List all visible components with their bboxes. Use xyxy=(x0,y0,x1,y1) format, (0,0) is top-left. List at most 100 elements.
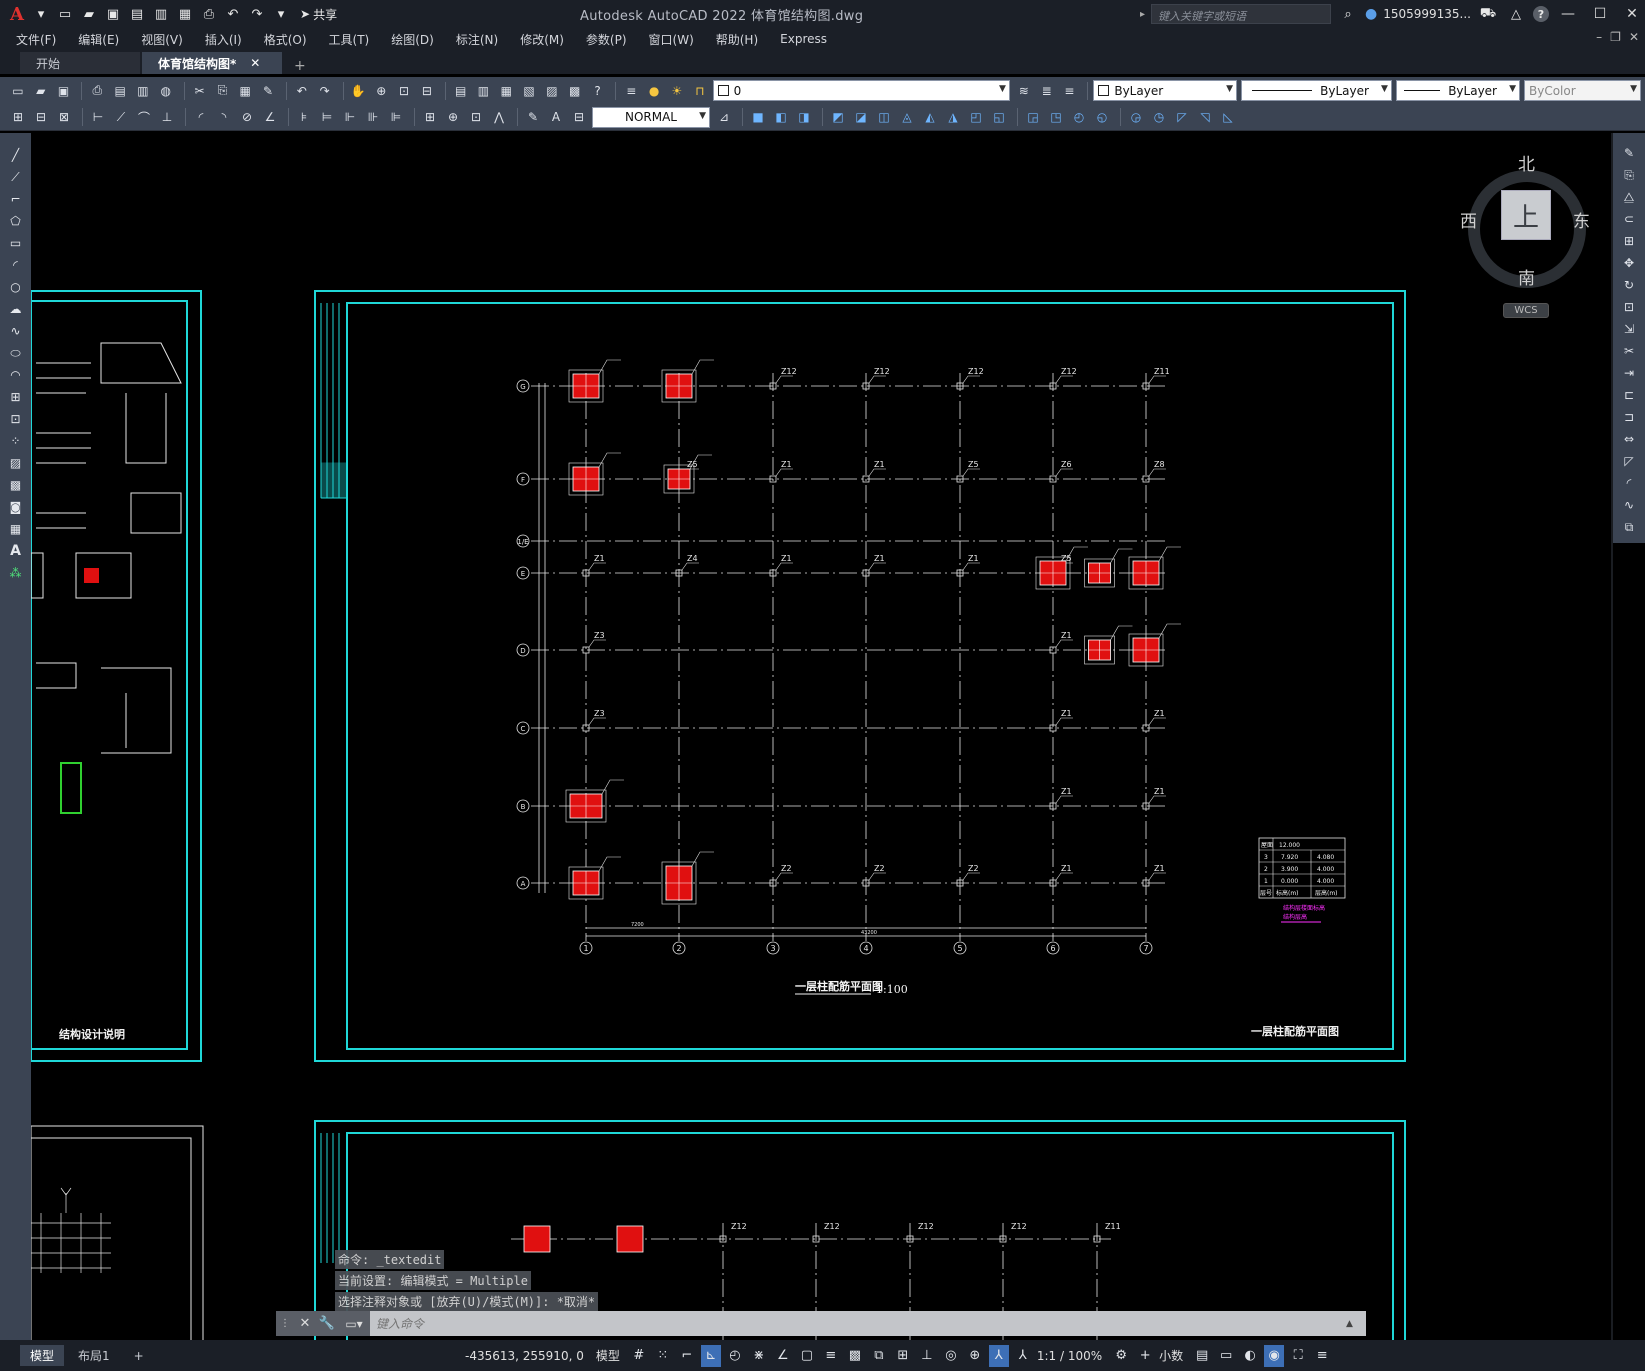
center-mark-icon[interactable]: ⊕ xyxy=(443,107,463,127)
grid-icon[interactable]: # xyxy=(629,1345,649,1367)
dim-text-edit-icon[interactable]: A xyxy=(546,107,566,127)
match-properties-icon[interactable]: ✎ xyxy=(258,81,278,101)
paste-icon[interactable]: ▦ xyxy=(235,81,255,101)
3dprint-icon[interactable]: ◍ xyxy=(156,81,176,101)
hatch-icon[interactable]: ▨ xyxy=(7,455,25,471)
extract-edges-icon[interactable]: ◷ xyxy=(1149,107,1169,127)
quick-properties-icon[interactable]: ▤ xyxy=(1192,1345,1212,1367)
infer-constraints-icon[interactable]: ⌐ xyxy=(677,1345,697,1367)
viewcube-south[interactable]: 南 xyxy=(1518,264,1535,289)
table-icon[interactable]: ▦ xyxy=(7,521,25,537)
new-file-icon[interactable]: ▭ xyxy=(54,3,76,25)
layer-state-icon[interactable]: ≡ xyxy=(1060,81,1080,101)
isolate-objects-icon[interactable]: ◐ xyxy=(1240,1345,1260,1367)
add-layout-button[interactable]: + xyxy=(124,1347,154,1365)
undo-icon[interactable]: ↶ xyxy=(222,3,244,25)
linear-dim-icon[interactable]: ⊢ xyxy=(88,107,108,127)
save-web-icon[interactable]: ▦ xyxy=(174,3,196,25)
help-icon[interactable]: ? xyxy=(1533,6,1549,22)
menu-window[interactable]: 窗口(W) xyxy=(649,31,694,48)
minimize-icon[interactable]: — xyxy=(1555,0,1581,28)
viewcube-top-face[interactable]: 上 xyxy=(1501,190,1551,240)
construction-line-icon[interactable]: ⟋ xyxy=(7,169,25,185)
properties-icon[interactable]: ▤ xyxy=(451,81,471,101)
mirror-icon[interactable]: ⧋ xyxy=(1620,189,1638,205)
doc-restore-icon[interactable]: ❐ xyxy=(1610,30,1621,44)
point-icon[interactable]: ⁘ xyxy=(7,433,25,449)
isodraft-icon[interactable]: ⋇ xyxy=(749,1345,769,1367)
zoom-window-icon[interactable]: ⊡ xyxy=(394,81,414,101)
drag-handle-icon[interactable]: ⋮ xyxy=(276,1311,294,1336)
add-selected-icon[interactable]: ⁂ xyxy=(7,565,25,581)
tab-gym-drawing[interactable]: 体育馆结构图* ✕ xyxy=(142,52,282,74)
gradient-icon[interactable]: ▩ xyxy=(7,477,25,493)
menu-insert[interactable]: 插入(I) xyxy=(205,31,242,48)
clean-icon[interactable]: ◳ xyxy=(1046,107,1066,127)
dim-break-icon[interactable]: ⊫ xyxy=(386,107,406,127)
auto-scale-icon[interactable]: ⅄ xyxy=(1013,1345,1033,1367)
join-icon[interactable]: ⇔ xyxy=(1620,431,1638,447)
imprint-icon[interactable]: ◲ xyxy=(1023,107,1043,127)
fillet-icon[interactable]: ◜ xyxy=(1620,475,1638,491)
dim-edit-icon[interactable]: ✎ xyxy=(523,107,543,127)
stretch-icon[interactable]: ⇲ xyxy=(1620,321,1638,337)
break-icon[interactable]: ⊐ xyxy=(1620,409,1638,425)
user-icon[interactable]: ● xyxy=(1365,6,1377,22)
diameter-dim-icon[interactable]: ⊘ xyxy=(237,107,257,127)
autodesk-a360-icon[interactable]: △ xyxy=(1505,3,1527,25)
section-icon[interactable]: ◹ xyxy=(1195,107,1215,127)
close-icon[interactable]: ✕ xyxy=(1619,0,1645,28)
annotation-scale[interactable]: 1:1 / 100% xyxy=(1037,1344,1102,1368)
plot-icon[interactable]: ⎙ xyxy=(87,81,107,101)
undo-icon[interactable]: ↶ xyxy=(292,81,312,101)
cut-icon[interactable]: ✂ xyxy=(190,81,210,101)
viewcube-north[interactable]: 北 xyxy=(1518,150,1535,175)
quick-dim-icon[interactable]: ⊧ xyxy=(294,107,314,127)
slice-icon[interactable]: ◸ xyxy=(1172,107,1192,127)
customize-qat-icon[interactable]: ▾ xyxy=(270,3,292,25)
make-current-layer-icon[interactable]: ≋ xyxy=(1014,81,1034,101)
ortho-icon[interactable]: ⊾ xyxy=(700,1344,721,1367)
layer-previous-icon[interactable]: ≣ xyxy=(1037,81,1057,101)
move-face-icon[interactable]: ◪ xyxy=(851,107,871,127)
maximize-icon[interactable]: ☐ xyxy=(1587,0,1613,28)
subtract-icon[interactable]: ◨ xyxy=(794,107,814,127)
box-icon[interactable]: ■ xyxy=(748,107,768,127)
delete-face-icon[interactable]: ◬ xyxy=(897,107,917,127)
union-icon[interactable]: ◧ xyxy=(771,107,791,127)
chamfer-icon[interactable]: ◸ xyxy=(1620,453,1638,469)
copy-icon[interactable]: ⎘ xyxy=(212,81,232,101)
redo-icon[interactable]: ↷ xyxy=(246,3,268,25)
spline-icon[interactable]: ∿ xyxy=(7,323,25,339)
line-icon[interactable]: ╱ xyxy=(7,147,25,163)
plotstyle-dropdown[interactable]: ByColor ▼ xyxy=(1524,80,1641,101)
application-menu-button[interactable]: A xyxy=(6,4,28,25)
viewcube-west[interactable]: 西 xyxy=(1460,207,1477,232)
offset-icon[interactable]: ⊂ xyxy=(1620,211,1638,227)
new-icon[interactable]: ▭ xyxy=(8,81,28,101)
units-dropdown[interactable]: 小数 xyxy=(1159,1344,1183,1368)
layer-properties-icon[interactable]: ≡ xyxy=(621,81,641,101)
menu-view[interactable]: 视图(V) xyxy=(141,31,183,48)
rotate-face-icon[interactable]: ◭ xyxy=(920,107,940,127)
close-command-line-icon[interactable]: ✕ xyxy=(294,1311,316,1336)
tab-model[interactable]: 模型 xyxy=(20,1345,65,1366)
chevron-down-icon[interactable]: ▾ xyxy=(30,3,52,25)
extend-icon[interactable]: ⇥ xyxy=(1620,365,1638,381)
menu-help[interactable]: 帮助(H) xyxy=(716,31,758,48)
markup-icon[interactable]: ▨ xyxy=(542,81,562,101)
tool-palettes-icon[interactable]: ▦ xyxy=(496,81,516,101)
arc-length-icon[interactable]: ⌒ xyxy=(134,107,154,127)
layer-lock-icon[interactable]: ⊓ xyxy=(690,81,710,101)
make-block-icon[interactable]: ⊡ xyxy=(7,411,25,427)
extrude-face-icon[interactable]: ◩ xyxy=(828,107,848,127)
rectangle-icon[interactable]: ▭ xyxy=(7,235,25,251)
new-tab-button[interactable]: + xyxy=(284,58,316,74)
customization-icon[interactable]: ≡ xyxy=(1312,1345,1332,1367)
dim-style-manager-icon[interactable]: ⊿ xyxy=(714,107,734,127)
dynamic-ucs-icon[interactable]: ⊥ xyxy=(917,1345,937,1367)
break-at-point-icon[interactable]: ⊏ xyxy=(1620,387,1638,403)
command-input[interactable] xyxy=(370,1311,1346,1336)
search-icon[interactable]: ⌕ xyxy=(1337,3,1359,25)
radius-dim-icon[interactable]: ◜ xyxy=(191,107,211,127)
